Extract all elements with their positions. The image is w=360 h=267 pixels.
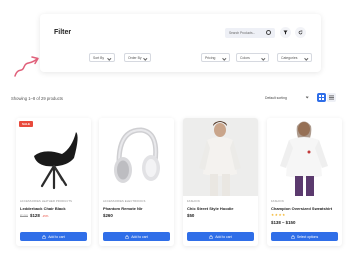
colors-label: Colors [240, 55, 250, 60]
product-category: FASHION [271, 200, 284, 203]
search-icon [266, 30, 271, 35]
product-name[interactable]: Phantom Remote Nir [103, 206, 143, 211]
add-to-cart-label: Add to cart [131, 234, 148, 239]
select-options-label: Select options [296, 234, 319, 239]
bag-icon [209, 234, 213, 239]
product-category: ACCESSORIES LEATHER PRODUCTS [20, 200, 73, 203]
chair-image [16, 118, 91, 196]
pricing-dropdown[interactable]: Pricing [201, 53, 230, 62]
discount-badge: -15% [41, 214, 49, 218]
product-image[interactable] [183, 118, 258, 196]
product-price: $50 [187, 213, 194, 218]
filter-funnel-button[interactable] [280, 27, 291, 38]
add-to-cart-button[interactable]: Add to cart [20, 232, 87, 241]
bag-icon [42, 234, 46, 239]
old-price: $150 [20, 214, 28, 218]
product-card[interactable]: FASHION Champion Oversized Sweatshirt ★★… [267, 118, 342, 246]
bag-icon [125, 234, 129, 239]
chevron-down-icon [222, 56, 227, 60]
categories-dropdown[interactable]: Categories [277, 53, 312, 62]
results-count: Showing 1–8 of 29 products [11, 96, 63, 101]
search-placeholder: Search Products... [229, 31, 256, 35]
product-image[interactable] [99, 118, 174, 196]
price: $260 [103, 213, 113, 218]
funnel-icon [283, 30, 288, 35]
product-name[interactable]: Ledderback Chair Black [20, 206, 66, 211]
add-to-cart-label: Add to cart [48, 234, 65, 239]
add-to-cart-button[interactable]: Add to cart [103, 232, 170, 241]
chevron-down-icon [305, 95, 309, 99]
product-image[interactable]: SALE [16, 118, 91, 196]
search-input[interactable]: Search Products... [225, 28, 275, 38]
sort-select-value: Default sorting [265, 96, 287, 100]
hoodie-model-image [183, 118, 258, 196]
filter-title: Filter [54, 29, 72, 36]
product-name[interactable]: Chic Street Style Hoodie [187, 206, 233, 211]
add-to-cart-button[interactable]: Add to cart [187, 232, 254, 241]
grid-icon [319, 95, 324, 100]
sort-select[interactable]: Default sorting [263, 94, 311, 102]
list-view-button[interactable] [327, 93, 336, 102]
sort-by-dropdown[interactable]: Sort By [89, 53, 115, 62]
grid-view-button[interactable] [317, 93, 326, 102]
filter-panel: Filter Search Products... Sort By Order … [40, 14, 321, 72]
product-image[interactable] [267, 118, 342, 196]
chevron-down-icon [261, 56, 266, 60]
chevron-down-icon [107, 56, 112, 60]
sweatshirt-model-image [267, 118, 342, 196]
product-category: FASHION [187, 200, 200, 203]
sale-price: $128 [30, 213, 40, 218]
product-name[interactable]: Champion Oversized Sweatshirt [271, 206, 332, 211]
product-price-range: $138 – $150 [271, 220, 296, 225]
chevron-down-icon [143, 56, 148, 60]
order-by-dropdown[interactable]: Order By [124, 53, 151, 62]
rating-stars: ★★★★ [271, 213, 286, 217]
product-card[interactable]: FASHION Chic Street Style Hoodie $50 Add… [183, 118, 258, 246]
curved-arrow-decoration [14, 56, 39, 77]
chevron-down-icon [304, 56, 309, 60]
product-card[interactable]: ACCESSORIES ELECTRONICS Phantom Remote N… [99, 118, 174, 246]
categories-label: Categories [281, 55, 298, 60]
product-price: $260 [103, 213, 113, 218]
refresh-icon [298, 30, 303, 35]
price: $50 [187, 213, 195, 218]
bag-icon [291, 234, 295, 239]
product-card[interactable]: SALE ACCESSORIES LEATHER PRODUCTS Ledder… [16, 118, 91, 246]
order-by-label: Order By [128, 55, 142, 60]
product-category: ACCESSORIES ELECTRONICS [103, 200, 146, 203]
product-price: $150 $128 -15% [20, 213, 48, 218]
add-to-cart-label: Add to cart [215, 234, 232, 239]
list-icon [329, 95, 334, 100]
sort-by-label: Sort By [93, 55, 105, 60]
headphones-image [99, 118, 174, 196]
pricing-label: Pricing [205, 55, 216, 60]
sale-badge: SALE [19, 121, 34, 127]
colors-dropdown[interactable]: Colors [236, 53, 269, 62]
select-options-button[interactable]: Select options [271, 232, 338, 241]
reset-filter-button[interactable] [295, 27, 306, 38]
